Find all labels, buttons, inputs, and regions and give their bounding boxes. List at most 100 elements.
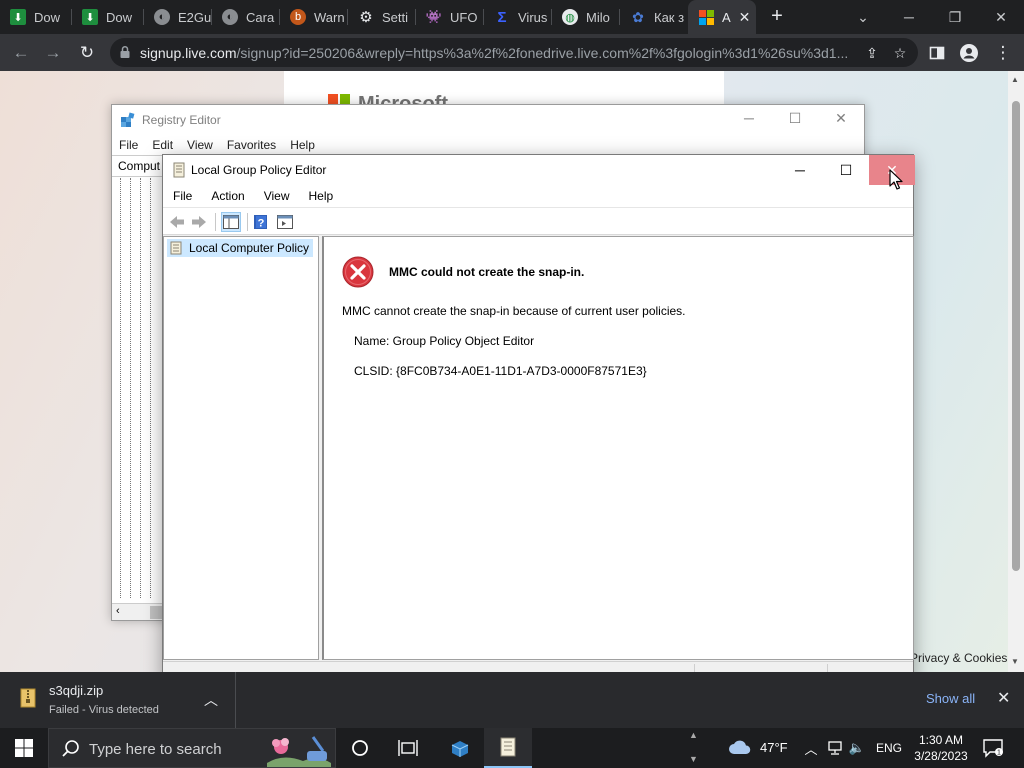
milo-icon: ◍	[562, 9, 578, 25]
download-icon: ⬇	[10, 9, 26, 25]
address-bar[interactable]: signup.live.com/signup?id=250206&wreply=…	[110, 38, 918, 67]
tree-line	[140, 178, 141, 598]
registry-tree-pane[interactable]: Comput ‹	[112, 155, 164, 620]
tab-download-2[interactable]: ⬇ Dow	[72, 0, 144, 34]
task-view-button[interactable]	[384, 728, 432, 768]
taskbar-app-gpedit[interactable]	[484, 728, 532, 768]
group-policy-editor-window[interactable]: Local Group Policy Editor ─ ☐ ✕ File Act…	[162, 154, 915, 683]
cortana-button[interactable]	[336, 728, 384, 768]
menu-file[interactable]: File	[112, 135, 145, 155]
browser-menu-icon[interactable]: ⋮	[990, 40, 1016, 66]
browser-restore-button[interactable]: ❐	[932, 0, 978, 34]
cloud-weather-icon[interactable]	[728, 739, 752, 755]
tab-kak[interactable]: ✿ Как з	[620, 0, 688, 34]
search-icon	[62, 740, 79, 757]
bookmark-star-icon[interactable]: ☆	[890, 43, 910, 63]
horizontal-scrollbar[interactable]: ‹	[112, 603, 164, 620]
tab-label: Milo	[586, 9, 610, 25]
tab-search-chevron-icon[interactable]: ⌄	[840, 0, 886, 34]
tab-e2gu[interactable]: ◐ E2Gu	[144, 0, 212, 34]
browser-close-button[interactable]: ✕	[978, 0, 1024, 34]
menu-help[interactable]: Help	[283, 135, 322, 155]
language-indicator[interactable]: ENG	[876, 741, 902, 755]
chevron-up-icon[interactable]: ▲	[689, 730, 698, 740]
globe-icon: ◐	[222, 9, 238, 25]
chevron-up-icon[interactable]: ︿	[802, 739, 820, 757]
scroll-down-icon[interactable]: ▼	[1011, 657, 1019, 666]
volume-icon[interactable]: 🔈	[848, 739, 866, 757]
details-pane: MMC could not create the snap-in. MMC ca…	[322, 236, 914, 660]
registry-editor-titlebar[interactable]: Registry Editor ─ ☐ ✕	[112, 105, 864, 135]
close-button[interactable]: ✕	[826, 110, 856, 130]
tab-active-microsoft[interactable]: A ✕	[688, 0, 756, 34]
console-tree-pane[interactable]: Local Computer Policy	[163, 236, 319, 660]
tab-milo[interactable]: ◍ Milo	[552, 0, 620, 34]
minimize-button[interactable]: ─	[777, 155, 823, 185]
scrollbar-thumb[interactable]	[150, 606, 162, 619]
show-action-pane-icon[interactable]	[275, 212, 295, 232]
notification-center-icon[interactable]: 1	[982, 738, 1004, 758]
policy-scroll-icon	[173, 162, 185, 178]
tab-label: Dow	[106, 9, 133, 25]
reload-icon[interactable]: ↻	[74, 40, 100, 66]
tab-virus[interactable]: Σ Virus	[484, 0, 552, 34]
forward-arrow-icon[interactable]: →	[40, 40, 66, 66]
network-icon[interactable]	[826, 739, 844, 757]
side-panel-icon[interactable]	[924, 40, 950, 66]
browser-minimize-button[interactable]: ─	[886, 0, 932, 34]
show-all-button[interactable]: Show all	[926, 691, 975, 706]
scrollbar-thumb[interactable]	[1012, 101, 1020, 571]
maximize-button[interactable]: ☐	[823, 155, 869, 185]
tab-close-icon[interactable]: ✕	[739, 9, 751, 26]
svg-text:?: ?	[258, 218, 265, 230]
taskbar-app-regedit[interactable]	[436, 728, 484, 768]
chevron-down-icon[interactable]: ▼	[689, 754, 698, 764]
registry-editor-icon	[121, 112, 135, 127]
tab-label: UFO	[450, 9, 478, 25]
scroll-up-icon[interactable]: ▲	[1011, 75, 1019, 84]
error-icon	[342, 256, 374, 288]
menu-file[interactable]: File	[163, 185, 201, 207]
menu-view[interactable]: View	[254, 185, 299, 207]
show-hide-console-tree-icon[interactable]	[221, 212, 241, 232]
gpedit-menu-bar: File Action View Help	[163, 185, 913, 207]
tab-ufo[interactable]: 👾 UFO	[416, 0, 484, 34]
start-button[interactable]	[0, 728, 48, 768]
privacy-cookies-link[interactable]: Privacy & Cookies	[910, 651, 1007, 665]
menu-action[interactable]: Action	[201, 185, 253, 207]
gpedit-titlebar[interactable]: Local Group Policy Editor ─ ☐ ✕	[163, 155, 915, 185]
menu-help[interactable]: Help	[299, 185, 343, 207]
tab-cara[interactable]: ◐ Cara	[212, 0, 280, 34]
scroll-left-icon[interactable]: ‹	[116, 605, 120, 617]
menu-view[interactable]: View	[180, 135, 220, 155]
tab-warn[interactable]: b Warn	[280, 0, 348, 34]
tab-label: Setti	[382, 9, 409, 25]
menu-edit[interactable]: Edit	[145, 135, 180, 155]
gpedit-toolbar: ?	[163, 207, 913, 235]
back-arrow-icon[interactable]: ←	[8, 40, 34, 66]
taskbar-search-box[interactable]: Type here to search	[48, 728, 336, 768]
tab-settings[interactable]: ⚙ Setti	[348, 0, 416, 34]
close-shelf-icon[interactable]: ✕	[997, 688, 1010, 708]
back-arrow-icon[interactable]	[167, 212, 187, 232]
clock[interactable]: 1:30 AM 3/28/2023	[908, 732, 974, 764]
forward-arrow-icon[interactable]	[189, 212, 209, 232]
page-scrollbar[interactable]: ▲ ▼	[1008, 71, 1024, 672]
chevron-up-icon[interactable]: ︿	[204, 690, 218, 710]
download-item[interactable]: s3qdji.zip Failed - Virus detected ︿	[0, 672, 236, 728]
minimize-button[interactable]: ─	[734, 110, 764, 130]
help-icon[interactable]: ?	[251, 212, 271, 232]
weather-temperature[interactable]: 47°F	[760, 740, 788, 755]
taskbar-overflow-scroller[interactable]: ▲ ▼	[685, 728, 703, 768]
taskbar: Type here to search ▲ ▼ 47°F ︿ 🔈 ENG 1:3…	[0, 728, 1024, 768]
profile-avatar-icon[interactable]	[956, 40, 982, 66]
tab-download-1[interactable]: ⬇ Dow	[0, 0, 72, 34]
new-tab-button[interactable]: +	[766, 6, 788, 28]
tree-line	[120, 178, 121, 598]
maximize-button[interactable]: ☐	[780, 110, 810, 130]
tree-item-local-computer-policy[interactable]: Local Computer Policy	[167, 239, 314, 257]
ufo-icon: 👾	[425, 9, 443, 24]
share-icon[interactable]: ⇪	[862, 43, 882, 63]
tab-label: A	[722, 9, 731, 25]
menu-favorites[interactable]: Favorites	[220, 135, 283, 155]
